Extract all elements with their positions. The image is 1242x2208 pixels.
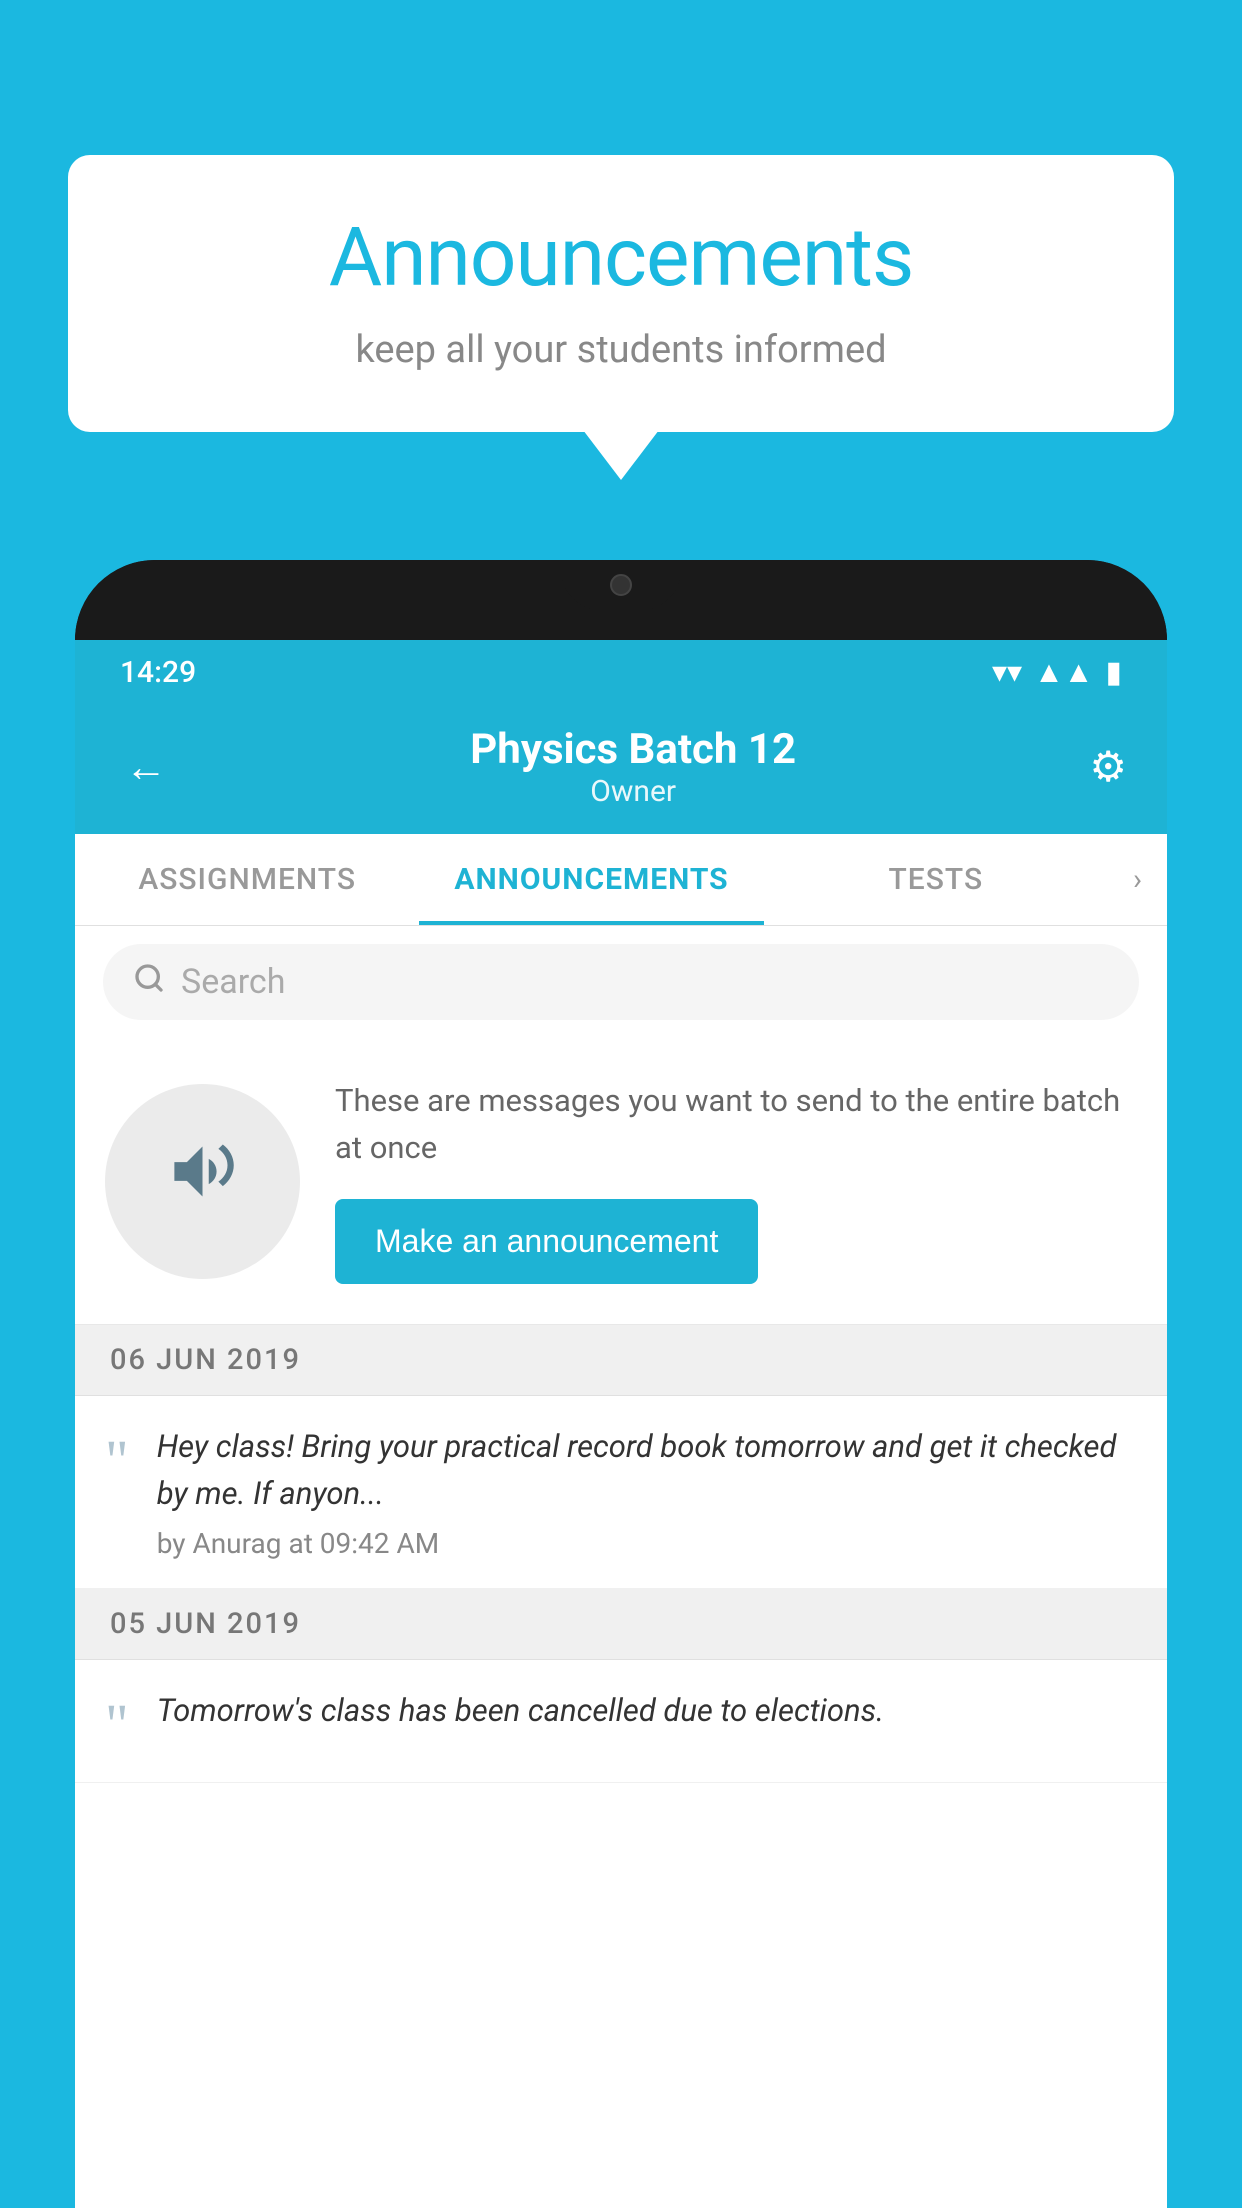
user-role: Owner [470,774,796,809]
speech-bubble-subtitle: keep all your students informed [128,328,1114,372]
search-bar: Search [75,926,1167,1038]
header-center: Physics Batch 12 Owner [470,725,796,809]
announcement-meta-1: by Anurag at 09:42 AM [157,1527,1137,1560]
tab-more-icon[interactable]: › [1108,834,1167,925]
speech-bubble: Announcements keep all your students inf… [68,155,1174,432]
tab-announcements[interactable]: ANNOUNCEMENTS [419,834,763,925]
date-divider-2: 05 JUN 2019 [75,1589,1167,1660]
announcement-item-1[interactable]: " Hey class! Bring your practical record… [75,1396,1167,1589]
back-button[interactable]: ← [115,733,177,802]
search-input-wrapper[interactable]: Search [103,944,1139,1020]
phone-notch [561,560,681,610]
phone-inner: 14:29 ▾▾ ▲▲ ▮ ← Physics Batch 12 Owner ⚙ [75,640,1167,2208]
make-announcement-button[interactable]: Make an announcement [335,1199,758,1284]
megaphone-circle [105,1084,300,1279]
announcement-right: These are messages you want to send to t… [335,1078,1137,1284]
app-header: ← Physics Batch 12 Owner ⚙ [75,705,1167,834]
phone-mockup: 14:29 ▾▾ ▲▲ ▮ ← Physics Batch 12 Owner ⚙ [75,560,1167,2208]
date-divider-1: 06 JUN 2019 [75,1325,1167,1396]
announcement-content-1: Hey class! Bring your practical record b… [157,1424,1137,1560]
announcement-content-2: Tomorrow's class has been cancelled due … [157,1688,884,1745]
search-icon [133,962,165,1002]
battery-icon: ▮ [1105,655,1122,690]
phone-outer: 14:29 ▾▾ ▲▲ ▮ ← Physics Batch 12 Owner ⚙ [75,560,1167,2208]
announcement-item-2[interactable]: " Tomorrow's class has been cancelled du… [75,1660,1167,1783]
speech-bubble-title: Announcements [128,210,1114,306]
phone-notch-area [75,560,1167,640]
status-bar: 14:29 ▾▾ ▲▲ ▮ [75,640,1167,705]
status-icons: ▾▾ ▲▲ ▮ [992,655,1122,690]
tabs-container: ASSIGNMENTS ANNOUNCEMENTS TESTS › [75,834,1167,926]
announcement-description: These are messages you want to send to t… [335,1078,1137,1171]
phone-content: 14:29 ▾▾ ▲▲ ▮ ← Physics Batch 12 Owner ⚙ [75,640,1167,2208]
quote-icon-2: " [105,1696,129,1754]
announcement-placeholder: These are messages you want to send to t… [75,1038,1167,1325]
speech-bubble-section: Announcements keep all your students inf… [68,155,1174,432]
search-placeholder: Search [181,962,285,1002]
tab-tests[interactable]: TESTS [764,834,1108,925]
announcement-text-2: Tomorrow's class has been cancelled due … [157,1688,884,1735]
wifi-icon: ▾▾ [992,655,1022,690]
signal-icon: ▲▲ [1034,655,1093,690]
tab-assignments[interactable]: ASSIGNMENTS [75,834,419,925]
quote-icon-1: " [105,1432,129,1490]
settings-icon[interactable]: ⚙ [1089,742,1127,792]
batch-title: Physics Batch 12 [470,725,796,774]
megaphone-icon [165,1134,240,1228]
time-display: 14:29 [120,655,196,690]
announcement-text-1: Hey class! Bring your practical record b… [157,1424,1137,1517]
camera [610,574,632,596]
